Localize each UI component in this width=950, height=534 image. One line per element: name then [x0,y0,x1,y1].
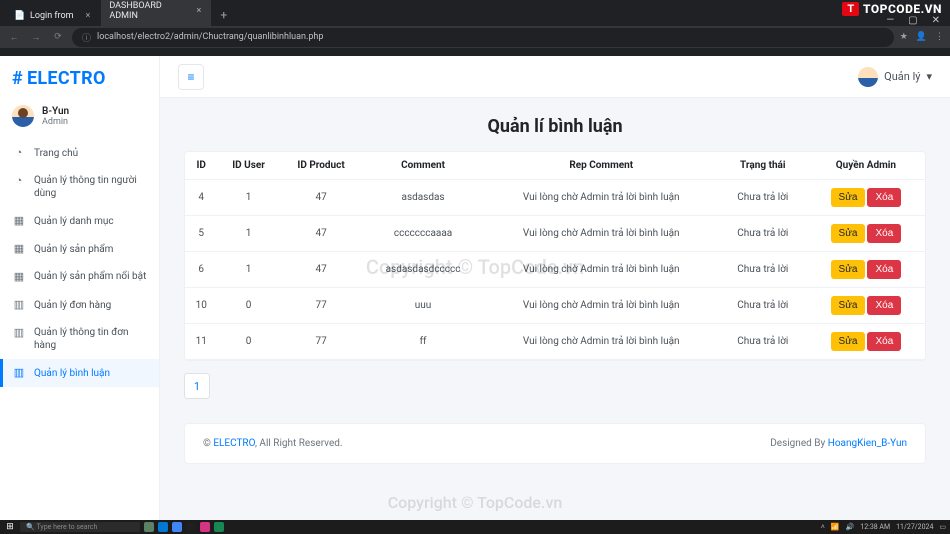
taskbar-search[interactable]: 🔍 Type here to search [20,522,140,532]
close-window-icon[interactable]: ✕ [932,15,940,26]
sidebar-item-categories[interactable]: ▦ Quản lý danh mục [0,207,159,235]
th-id-user: ID User [217,152,279,180]
table-row: 10077uuuVui lòng chờ Admin trả lời bình … [185,288,925,324]
sidebar-item-featured[interactable]: ▦ Quản lý sản phẩm nổi bật [0,263,159,291]
reload-icon[interactable]: ⟳ [50,32,66,42]
avatar [858,67,878,87]
comments-table-card: ID ID User ID Product Comment Rep Commen… [184,151,926,361]
th-rep-comment: Rep Comment [484,152,719,180]
volume-icon[interactable]: 🔊 [846,523,855,531]
table-row: 5147cccccccaaaaVui lòng chờ Admin trả lờ… [185,216,925,252]
tab-title: Login from [30,11,74,21]
address-bar[interactable]: ⓘ localhost/electro2/admin/Chuctrang/qua… [72,28,894,47]
delete-button[interactable]: Xóa [867,188,901,207]
tab-title: DASHBOARD ADMIN [109,1,184,21]
minimize-icon[interactable]: — [886,15,894,26]
user-dropdown-label: Quản lý [884,70,920,83]
th-admin: Quyền Admin [807,152,925,180]
edit-button[interactable]: Sửa [831,296,866,315]
watermark-top: T TOPCODE.VN [842,2,942,16]
notifications-icon[interactable]: ▭ [939,523,946,531]
sidebar-toggle-button[interactable]: ≡ [178,64,204,90]
browser-tab[interactable]: 📄 Login from × [6,6,100,26]
close-icon[interactable]: × [197,6,202,16]
edit-button[interactable]: Sửa [831,224,866,243]
page-title: Quản lí bình luận [184,116,926,137]
chart-icon: ▥ [12,326,26,340]
th-status: Trạng thái [719,152,807,180]
delete-button[interactable]: Xóa [867,296,901,315]
chart-icon: ▥ [12,298,26,312]
grid-icon: ▦ [12,214,26,228]
tab-favicon: 📄 [14,11,24,21]
sidebar-item-products[interactable]: ▦ Quản lý sản phẩm [0,235,159,263]
edit-button[interactable]: Sửa [831,188,866,207]
tray-icon[interactable]: ˄ [821,523,825,531]
forward-icon[interactable]: → [28,32,44,43]
grid-icon: ▦ [12,270,26,284]
close-icon[interactable]: × [86,11,91,21]
browser-chrome: 📄 Login from × DASHBOARD ADMIN × + — ▢ ✕… [0,0,950,48]
edit-button[interactable]: Sửa [831,332,866,351]
table-row: 6147asdasdasdcccccVui lòng chờ Admin trả… [185,252,925,288]
delete-button[interactable]: Xóa [867,260,901,279]
start-button[interactable]: ⊞ [4,521,16,533]
clock-time[interactable]: 12:38 AM [860,523,890,531]
chart-icon: ▥ [12,366,26,380]
user-name: B-Yun [42,106,69,117]
search-icon: 🔍 [26,523,35,531]
wifi-icon[interactable]: 📶 [831,523,840,531]
th-id-product: ID Product [280,152,363,180]
back-icon[interactable]: ← [6,32,22,43]
sidebar-nav: ◔ Trang chủ ◔ Quản lý thông tin người dù… [0,139,159,387]
user-dropdown[interactable]: Quản lý ▾ [858,67,932,87]
sidebar-item-order-info[interactable]: ▥ Quản lý thông tin đơn hàng [0,319,159,359]
footer-designer-link[interactable]: HoangKien_B-Yun [828,438,907,449]
page-number[interactable]: 1 [184,373,210,399]
user-role: Admin [42,117,69,127]
chevron-down-icon: ▾ [926,70,932,83]
avatar [12,105,34,127]
th-comment: Comment [362,152,483,180]
sidebar-item-home[interactable]: ◔ Trang chủ [0,139,159,167]
delete-button[interactable]: Xóa [867,332,901,351]
gauge-icon: ◔ [12,146,26,160]
th-id: ID [185,152,217,180]
comments-table: ID ID User ID Product Comment Rep Commen… [185,152,925,360]
delete-button[interactable]: Xóa [867,224,901,243]
taskbar-app-icon[interactable] [144,522,154,532]
grid-icon: ▦ [12,242,26,256]
taskbar: ⊞ 🔍 Type here to search ˄ 📶 🔊 12:38 AM 1… [0,520,950,534]
topbar: ≡ Quản lý ▾ [160,56,950,98]
edit-button[interactable]: Sửa [831,260,866,279]
sidebar-item-users[interactable]: ◔ Quản lý thông tin người dùng [0,167,159,207]
gauge-icon: ◔ [12,174,26,188]
menu-icon[interactable]: ⋮ [935,32,944,42]
browser-tab-active[interactable]: DASHBOARD ADMIN × [101,0,211,26]
taskbar-app-icon[interactable] [200,522,210,532]
hash-icon: # [12,68,23,89]
sidebar-item-comments[interactable]: ▥ Quản lý bình luận [0,359,159,387]
url-text: localhost/electro2/admin/Chuctrang/quanl… [97,32,323,42]
footer-brand-link[interactable]: ELECTRO [213,438,255,449]
taskbar-app-icon[interactable] [186,522,196,532]
new-tab-button[interactable]: + [212,4,235,26]
taskbar-app-icon[interactable] [172,522,182,532]
hamburger-icon: ≡ [187,70,194,84]
sidebar-user[interactable]: B-Yun Admin [0,101,159,139]
table-row: 4147asdasdasVui lòng chờ Admin trả lời b… [185,180,925,216]
brand-logo[interactable]: # ELECTRO [0,64,159,101]
sidebar-item-orders[interactable]: ▥ Quản lý đơn hàng [0,291,159,319]
site-info-icon: ⓘ [82,31,91,44]
profile-icon[interactable]: 👤 [916,32,927,42]
extensions-icon[interactable]: ★ [900,32,908,42]
taskbar-app-icon[interactable] [214,522,224,532]
pagination: 1 [184,373,926,399]
sidebar: # ELECTRO B-Yun Admin ◔ Trang chủ ◔ Quản… [0,56,160,520]
maximize-icon[interactable]: ▢ [908,15,917,26]
footer: © ELECTRO, All Right Reserved. Designed … [184,423,926,464]
taskbar-app-icon[interactable] [158,522,168,532]
clock-date[interactable]: 11/27/2024 [896,523,933,531]
table-row: 11077ffVui lòng chờ Admin trả lời bình l… [185,324,925,360]
